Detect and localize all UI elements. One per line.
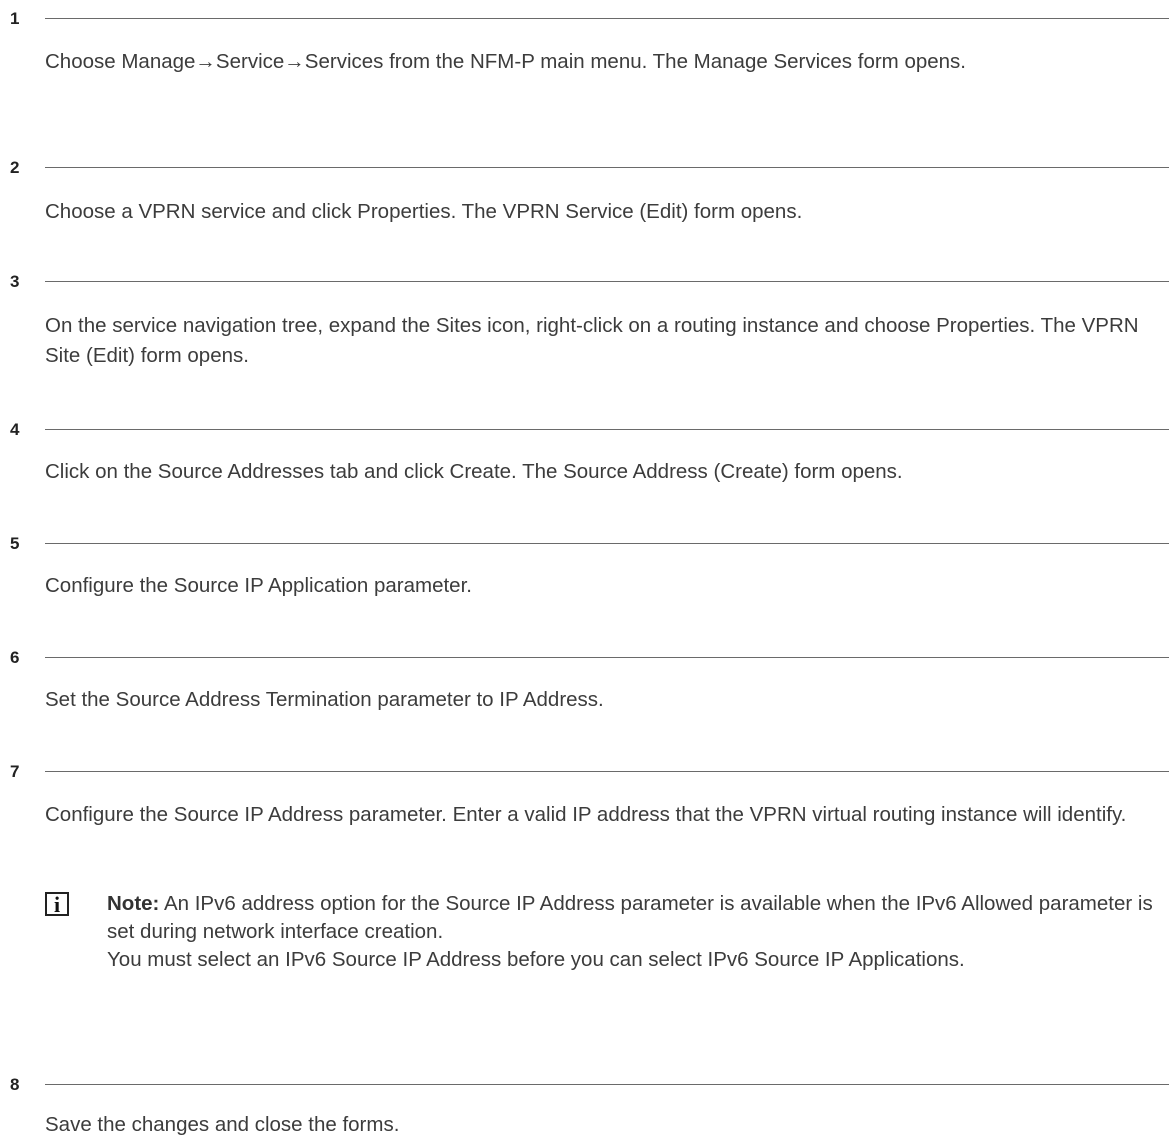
step-number: 6: [10, 648, 20, 667]
step-number: 1: [10, 9, 20, 28]
note-text: An IPv6 address option for the Source IP…: [107, 892, 1153, 943]
step-1: 1 Choose Manage→Service→Services from th…: [0, 8, 1171, 73]
note-paragraph: Note: An IPv6 address option for the Sou…: [107, 890, 1163, 946]
step-divider: [45, 18, 1169, 19]
step-number: 8: [10, 1075, 20, 1094]
note-label: Note:: [107, 892, 160, 915]
procedure-steps: 1 Choose Manage→Service→Services from th…: [0, 0, 1171, 1136]
note-body: Note: An IPv6 address option for the Sou…: [107, 890, 1163, 974]
step-header: 3: [0, 271, 1171, 295]
info-icon: i: [45, 892, 69, 916]
step-text: Choose a VPRN service and click Properti…: [45, 200, 803, 223]
step-divider: [45, 281, 1169, 282]
step-text: Configure the Source IP Application para…: [45, 574, 472, 597]
step-number: 7: [10, 762, 20, 781]
step-3: 3 On the service navigation tree, expand…: [0, 271, 1171, 367]
step-number: 5: [10, 534, 20, 553]
step-divider: [45, 167, 1169, 168]
step-header: 5: [0, 533, 1171, 557]
step-header: 8: [0, 1074, 1171, 1098]
step-6: 6 Set the Source Address Termination par…: [0, 647, 1171, 711]
step-text: Configure the Source IP Address paramete…: [45, 803, 1127, 826]
step-divider: [45, 429, 1169, 430]
step-header: 6: [0, 647, 1171, 671]
step-5: 5 Configure the Source IP Application pa…: [0, 533, 1171, 597]
step-number: 4: [10, 420, 20, 439]
step-2: 2 Choose a VPRN service and click Proper…: [0, 157, 1171, 223]
step-text: Set the Source Address Termination param…: [45, 688, 604, 711]
step-number: 2: [10, 158, 20, 177]
step-header: 2: [0, 157, 1171, 181]
step-text: Click on the Source Addresses tab and cl…: [45, 460, 903, 483]
step-text: Choose Manage→Service→Services from the …: [45, 50, 966, 73]
step-text: Save the changes and close the forms.: [45, 1113, 400, 1136]
note-text-secondary: You must select an IPv6 Source IP Addres…: [107, 948, 965, 971]
step-divider: [45, 657, 1169, 658]
step-divider: [45, 1084, 1169, 1085]
step-8: 8 Save the changes and close the forms.: [0, 1074, 1171, 1136]
step-number: 3: [10, 272, 20, 291]
step-divider: [45, 771, 1169, 772]
step-header: 4: [0, 419, 1171, 443]
step-text: On the service navigation tree, expand t…: [45, 314, 1139, 367]
step-7: 7 Configure the Source IP Address parame…: [0, 761, 1171, 971]
step-header: 1: [0, 8, 1171, 32]
step-divider: [45, 543, 1169, 544]
step-header: 7: [0, 761, 1171, 785]
step-4: 4 Click on the Source Addresses tab and …: [0, 419, 1171, 483]
